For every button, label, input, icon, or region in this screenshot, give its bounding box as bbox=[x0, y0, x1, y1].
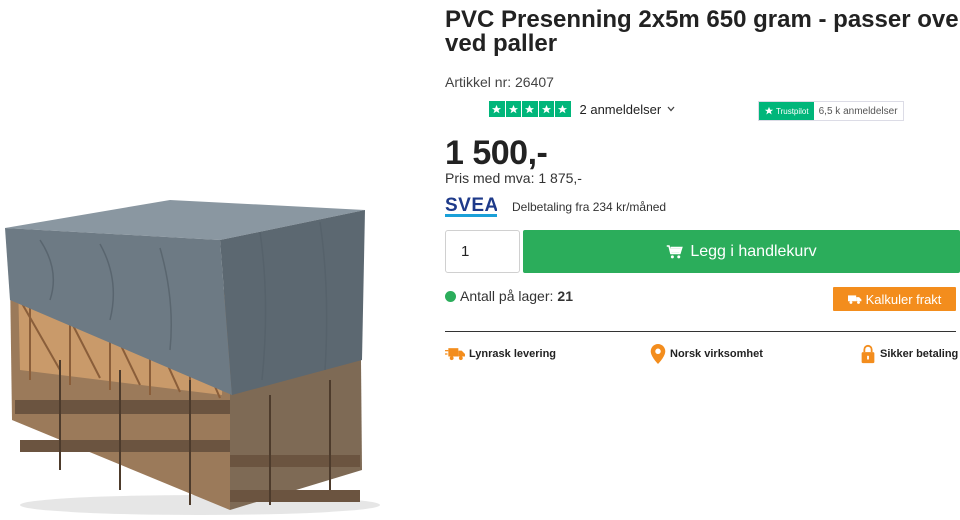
trustpilot-star-icon bbox=[764, 106, 774, 115]
tarp-covered-pallets-illustration bbox=[5, 200, 380, 515]
product-rating: 2 anmeldelser bbox=[489, 101, 675, 117]
add-to-cart-button[interactable]: Legg i handlekurv bbox=[523, 230, 960, 273]
article-number: Artikkel nr: 26407 bbox=[445, 74, 554, 90]
chevron-down-icon bbox=[667, 106, 675, 112]
star-icon bbox=[555, 101, 571, 117]
article-number-label: Artikkel nr: bbox=[445, 74, 512, 90]
calculate-freight-label: Kalkuler frakt bbox=[865, 291, 942, 307]
svea-logo: SVEA bbox=[445, 195, 497, 217]
cart-icon bbox=[667, 244, 684, 258]
in-stock-indicator bbox=[445, 290, 456, 302]
divider bbox=[445, 331, 956, 332]
product-title-line-2: ved paller bbox=[445, 30, 558, 57]
feature-label: Lynrask levering bbox=[469, 348, 557, 360]
feature-fast-delivery: Lynrask levering bbox=[445, 344, 556, 364]
price: 1 500,- bbox=[445, 134, 548, 172]
product-title: PVC Presenning 2x5m 650 gram - passer ov… bbox=[445, 8, 960, 56]
reviews-label: 2 anmeldelser bbox=[579, 101, 662, 117]
stock-status: Antall på lager: 21 bbox=[445, 288, 573, 304]
lock-icon bbox=[861, 344, 875, 364]
feature-label: Sikker betaling bbox=[880, 348, 959, 360]
trustpilot-logo: Trustpilot bbox=[759, 102, 814, 120]
quantity-input[interactable] bbox=[445, 230, 520, 273]
svea-logo-text: SVEA bbox=[445, 195, 497, 216]
star-icon bbox=[505, 101, 521, 117]
reviews-dropdown[interactable]: 2 anmeldelser bbox=[580, 102, 676, 117]
price-with-vat: Pris med mva: 1 875,- bbox=[445, 170, 582, 186]
star-icon bbox=[538, 101, 554, 117]
trustpilot-widget[interactable]: Trustpilot 6,5 k anmeldelser bbox=[758, 101, 904, 121]
stock-count: 21 bbox=[557, 288, 573, 304]
star-icon bbox=[522, 101, 538, 117]
calculate-freight-button[interactable]: Kalkuler frakt bbox=[833, 287, 956, 311]
add-to-cart-label: Legg i handlekurv bbox=[690, 242, 817, 260]
product-title-line-1: PVC Presenning 2x5m 650 gram - passer ov… bbox=[445, 6, 960, 33]
installment-text: Delbetaling fra 234 kr/måned bbox=[512, 200, 667, 214]
feature-secure-payment: Sikker betaling bbox=[860, 344, 958, 364]
trustpilot-logo-text: Trustpilot bbox=[776, 106, 809, 116]
feature-norwegian-business: Norsk virksomhet bbox=[650, 344, 763, 364]
star-icon bbox=[489, 101, 505, 117]
feature-label: Norsk virksomhet bbox=[670, 348, 763, 360]
stock-label: Antall på lager: bbox=[460, 288, 554, 304]
rating-stars bbox=[489, 101, 571, 117]
article-number-value: 26407 bbox=[515, 74, 554, 90]
truck-icon bbox=[445, 348, 465, 361]
trustpilot-review-count: 6,5 k anmeldelser bbox=[813, 102, 903, 120]
truck-icon bbox=[847, 294, 861, 304]
location-pin-icon bbox=[650, 344, 666, 364]
product-image[interactable] bbox=[0, 0, 420, 520]
